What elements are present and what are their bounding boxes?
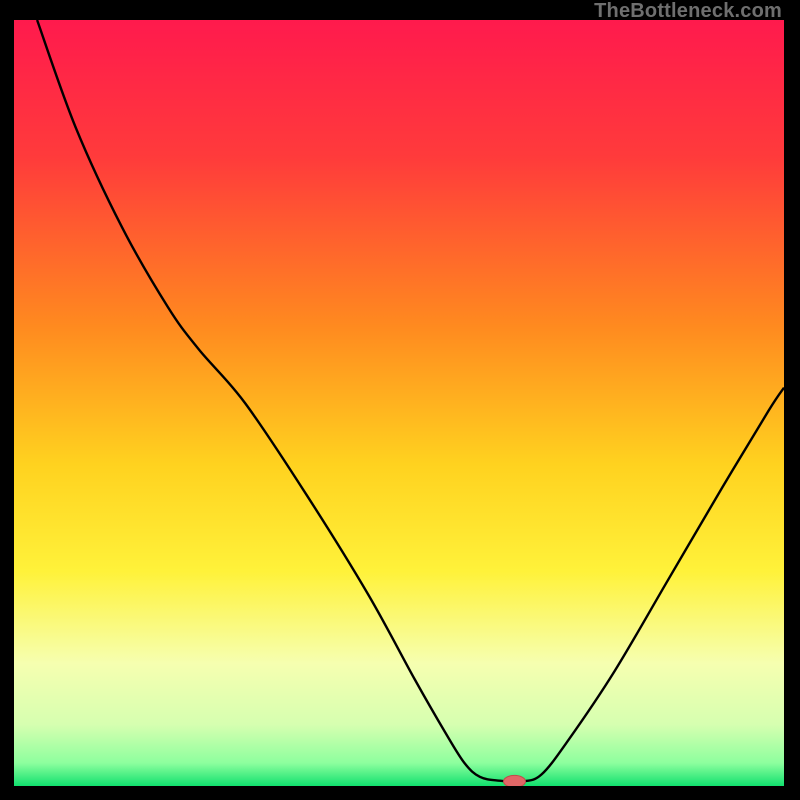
chart-frame — [14, 20, 784, 786]
bottleneck-chart — [14, 20, 784, 786]
chart-background-gradient — [14, 20, 784, 786]
watermark-label: TheBottleneck.com — [594, 0, 782, 23]
optimal-point-marker — [504, 775, 526, 786]
